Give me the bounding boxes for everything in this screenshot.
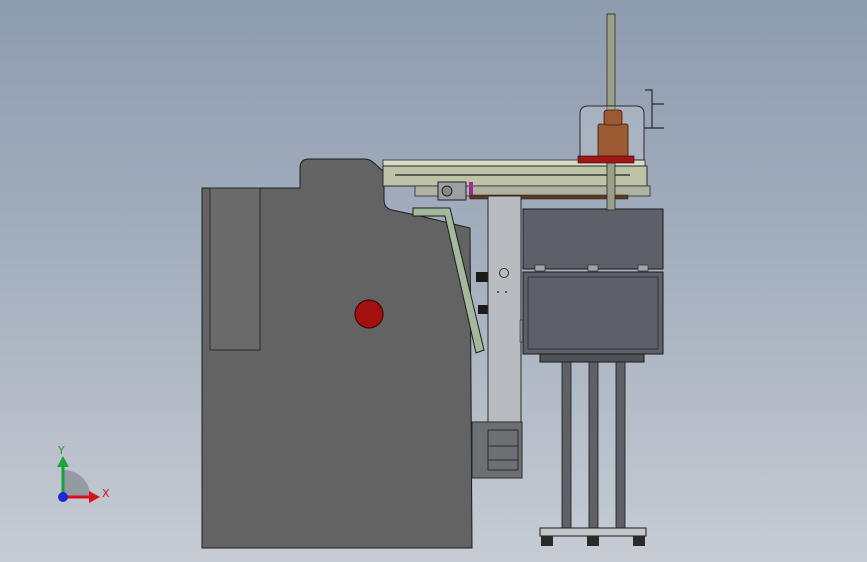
column-dot-b [505,291,507,293]
bracket-clamp-upper [476,272,488,282]
triad-x-label: X [102,487,110,500]
bottle-body [597,123,629,161]
side-bracket-icon [644,89,664,129]
cabinet-hinge-a [534,264,546,272]
stand-foot-3 [633,536,645,546]
cabinet-base-plate [539,353,645,363]
machine-frame [201,158,473,549]
cabinet-assembly [522,208,664,363]
triad-y-arrow [57,456,69,467]
triad-y-label: Y [57,444,65,457]
bottle-neck [603,109,623,126]
frame-side-panel [209,187,261,351]
orientation-triad: Y X [57,444,110,503]
cabinet-hinge-c [637,264,649,272]
stand [539,361,647,546]
cabinet-hinge-b [587,264,599,272]
stand-leg-3 [615,361,626,531]
motor-shaft-icon [441,185,453,197]
upper-cabinet [522,208,664,270]
cad-viewport[interactable]: Y X [0,0,867,562]
stand-base-rail [539,527,647,537]
red-button-icon[interactable] [354,299,384,329]
triad-z-axis [58,492,68,502]
triad-arc [64,470,90,496]
stand-foot-2 [587,536,599,546]
stand-foot-1 [541,536,553,546]
stand-leg-2 [588,361,599,531]
column-dot-a [497,291,499,293]
triad-x-arrow [89,491,100,503]
lower-cabinet [522,271,664,355]
red-sensor-strip [577,155,635,164]
stand-leg-1 [561,361,572,531]
